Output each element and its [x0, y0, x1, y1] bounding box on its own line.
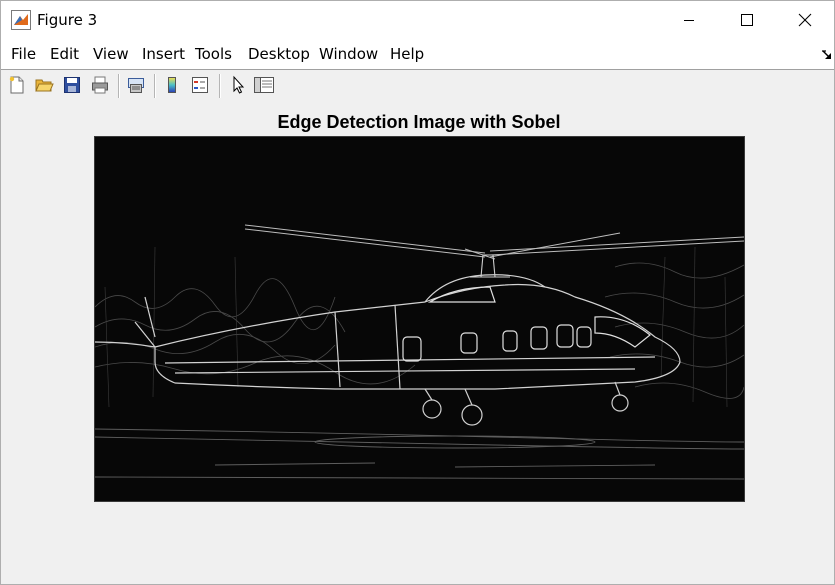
plot-tools-button[interactable] — [253, 74, 275, 96]
new-figure-button[interactable] — [6, 74, 28, 96]
minimize-button[interactable] — [660, 1, 718, 39]
window-title: Figure 3 — [37, 11, 98, 29]
title-bar[interactable]: Figure 3 — [1, 1, 834, 39]
menu-desktop[interactable]: Desktop — [248, 46, 310, 63]
insert-legend-icon — [192, 77, 208, 93]
new-figure-icon — [9, 76, 24, 94]
menu-view[interactable]: View — [93, 46, 129, 63]
insert-legend-button[interactable] — [189, 74, 211, 96]
print-icon — [92, 76, 108, 94]
menu-help[interactable]: Help — [390, 46, 424, 63]
edge-detected-helicopter-image — [94, 136, 745, 502]
insert-colorbar-icon — [168, 77, 176, 93]
dock-arrow-icon[interactable] — [821, 47, 833, 59]
menu-window[interactable]: Window — [319, 46, 378, 63]
menu-insert[interactable]: Insert — [142, 46, 185, 63]
matlab-figure-icon — [11, 10, 31, 30]
link-plot-icon — [128, 78, 144, 93]
toolbar-separator — [118, 74, 120, 98]
toolbar-separator — [219, 74, 221, 98]
insert-colorbar-button[interactable] — [161, 74, 183, 96]
figure-canvas[interactable]: Edge Detection Image with Sobel — [1, 102, 834, 584]
print-button[interactable] — [89, 74, 111, 96]
menu-edit[interactable]: Edit — [50, 46, 79, 63]
close-button[interactable] — [776, 1, 834, 39]
open-file-icon — [35, 79, 54, 92]
figure-toolbar — [1, 69, 834, 103]
toolbar-separator — [154, 74, 156, 98]
close-icon — [798, 13, 812, 27]
maximize-icon — [741, 14, 753, 26]
open-file-button[interactable] — [33, 74, 55, 96]
figure-window: Figure 3 File Edit View Insert Tools Des… — [0, 0, 835, 585]
save-button[interactable] — [61, 74, 83, 96]
minimize-icon — [684, 20, 694, 21]
menu-file[interactable]: File — [11, 46, 36, 63]
save-icon — [64, 77, 80, 93]
menu-tools[interactable]: Tools — [195, 46, 232, 63]
axes-title: Edge Detection Image with Sobel — [277, 112, 561, 132]
edit-plot-pointer-icon — [233, 75, 245, 94]
maximize-button[interactable] — [718, 1, 776, 39]
plot-tools-icon — [254, 77, 274, 93]
menu-bar: File Edit View Insert Tools Desktop Wind… — [1, 39, 834, 69]
link-plot-button[interactable] — [125, 74, 147, 96]
edit-plot-button[interactable] — [227, 74, 249, 96]
